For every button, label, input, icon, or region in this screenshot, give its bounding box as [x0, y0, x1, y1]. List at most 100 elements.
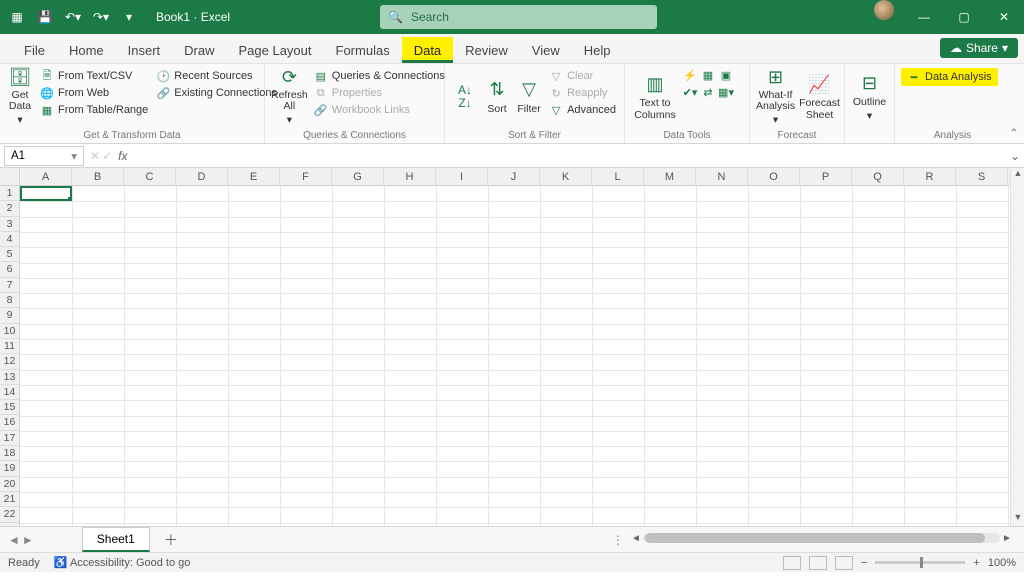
row-header[interactable]: 4 — [0, 232, 19, 247]
queries-connections-button[interactable]: ▤Queries & Connections — [312, 68, 447, 84]
column-header[interactable]: C — [124, 168, 176, 185]
enter-formula-icon[interactable]: ✓ — [102, 149, 112, 163]
column-header[interactable]: E — [228, 168, 280, 185]
sheet-prev-icon[interactable]: ◄ — [8, 533, 20, 547]
scroll-down-icon[interactable]: ▼ — [1011, 512, 1024, 526]
tab-help[interactable]: Help — [572, 37, 623, 63]
row-headers[interactable]: 12345678910111213141516171819202122 — [0, 186, 20, 526]
tab-data[interactable]: Data — [402, 37, 453, 63]
sort-az-button[interactable]: A↓Z↓ — [451, 68, 479, 126]
row-header[interactable]: 9 — [0, 308, 19, 323]
select-all-corner[interactable] — [0, 168, 20, 186]
column-headers[interactable]: ABCDEFGHIJKLMNOPQRS — [20, 168, 1010, 186]
tab-view[interactable]: View — [520, 37, 572, 63]
outline-button[interactable]: ⊟Outline ▾ — [851, 68, 888, 126]
tab-formulas[interactable]: Formulas — [324, 37, 402, 63]
forecast-sheet-button[interactable]: 📈Forecast Sheet — [799, 68, 840, 126]
expand-formula-bar-icon[interactable]: ⌄ — [1006, 149, 1024, 163]
cancel-formula-icon[interactable]: ✕ — [90, 149, 100, 163]
column-header[interactable]: A — [20, 168, 72, 185]
recent-sources-button[interactable]: 🕑Recent Sources — [154, 68, 279, 84]
advanced-button[interactable]: ▽Advanced — [547, 102, 618, 118]
redo-icon[interactable]: ↷▾ — [90, 6, 112, 28]
share-button[interactable]: ☁ Share ▾ — [940, 38, 1018, 58]
row-header[interactable]: 2 — [0, 201, 19, 216]
row-header[interactable]: 11 — [0, 339, 19, 354]
zoom-level[interactable]: 100% — [988, 557, 1016, 569]
row-header[interactable]: 6 — [0, 262, 19, 277]
scroll-up-icon[interactable]: ▲ — [1011, 168, 1024, 182]
row-header[interactable]: 18 — [0, 446, 19, 461]
row-header[interactable]: 12 — [0, 354, 19, 369]
refresh-all-button[interactable]: ⟳ Refresh All ▾ — [271, 68, 308, 126]
from-text-csv-button[interactable]: 🗎From Text/CSV — [38, 68, 150, 84]
column-header[interactable]: D — [176, 168, 228, 185]
relationships-icon[interactable]: ⇄ — [701, 85, 715, 99]
data-validation-icon[interactable]: ✔▾ — [683, 85, 697, 99]
consolidate-icon[interactable]: ▣ — [719, 68, 733, 82]
existing-connections-button[interactable]: 🔗Existing Connections — [154, 85, 279, 101]
close-button[interactable]: ✕ — [984, 0, 1024, 34]
row-header[interactable]: 8 — [0, 293, 19, 308]
qat-customize-icon[interactable]: ▾ — [118, 6, 140, 28]
accessibility-status[interactable]: ♿ Accessibility: Good to go — [54, 556, 191, 569]
save-icon[interactable]: 💾 — [34, 6, 56, 28]
zoom-in-button[interactable]: + — [973, 557, 979, 569]
user-avatar[interactable] — [874, 0, 894, 20]
column-header[interactable]: F — [280, 168, 332, 185]
column-header[interactable]: M — [644, 168, 696, 185]
tab-page-layout[interactable]: Page Layout — [227, 37, 324, 63]
text-to-columns-button[interactable]: ▥Text to Columns — [631, 68, 679, 126]
column-header[interactable]: G — [332, 168, 384, 185]
collapse-ribbon-icon[interactable]: ⌃ — [1010, 128, 1018, 139]
horizontal-scrollbar[interactable]: ◄ ► — [629, 531, 1014, 545]
row-header[interactable]: 14 — [0, 385, 19, 400]
add-sheet-button[interactable]: ＋ — [164, 530, 178, 550]
sheet-tab[interactable]: Sheet1 — [82, 527, 150, 552]
row-header[interactable]: 10 — [0, 324, 19, 339]
search-box[interactable]: 🔍 Search — [380, 5, 657, 29]
scroll-left-icon[interactable]: ◄ — [629, 533, 643, 544]
maximize-button[interactable]: ▢ — [944, 0, 984, 34]
column-header[interactable]: S — [956, 168, 1008, 185]
scroll-right-icon[interactable]: ► — [1000, 533, 1014, 544]
data-model-icon[interactable]: ▦▾ — [719, 85, 733, 99]
zoom-out-button[interactable]: − — [861, 557, 867, 569]
column-header[interactable]: R — [904, 168, 956, 185]
row-header[interactable]: 15 — [0, 400, 19, 415]
undo-icon[interactable]: ↶▾ — [62, 6, 84, 28]
flash-fill-icon[interactable]: ⚡ — [683, 68, 697, 82]
row-header[interactable]: 21 — [0, 492, 19, 507]
row-header[interactable]: 19 — [0, 461, 19, 476]
get-data-button[interactable]: 🗄 Get Data ▾ — [6, 68, 34, 126]
tab-review[interactable]: Review — [453, 37, 520, 63]
column-header[interactable]: B — [72, 168, 124, 185]
row-header[interactable]: 22 — [0, 507, 19, 522]
normal-view-button[interactable] — [783, 556, 801, 570]
tab-home[interactable]: Home — [57, 37, 116, 63]
column-header[interactable]: Q — [852, 168, 904, 185]
active-cell[interactable] — [20, 186, 72, 201]
scroll-thumb[interactable] — [645, 533, 985, 543]
name-box[interactable]: A1▾ — [4, 146, 84, 166]
column-header[interactable]: H — [384, 168, 436, 185]
column-header[interactable]: O — [748, 168, 800, 185]
sheet-next-icon[interactable]: ► — [22, 533, 34, 547]
row-header[interactable]: 17 — [0, 431, 19, 446]
column-header[interactable]: J — [488, 168, 540, 185]
sheet-options-icon[interactable]: ⋮ — [612, 533, 624, 547]
tab-insert[interactable]: Insert — [116, 37, 173, 63]
what-if-button[interactable]: ⊞What-If Analysis ▾ — [756, 68, 795, 126]
filter-button[interactable]: ▽Filter — [515, 68, 543, 126]
row-header[interactable]: 16 — [0, 415, 19, 430]
row-header[interactable]: 3 — [0, 217, 19, 232]
column-header[interactable]: L — [592, 168, 644, 185]
row-header[interactable]: 7 — [0, 278, 19, 293]
fx-icon[interactable]: fx — [118, 149, 127, 163]
row-header[interactable]: 13 — [0, 370, 19, 385]
column-header[interactable]: I — [436, 168, 488, 185]
tab-draw[interactable]: Draw — [172, 37, 226, 63]
formula-input[interactable] — [133, 146, 1006, 166]
page-layout-view-button[interactable] — [809, 556, 827, 570]
tab-file[interactable]: File — [12, 37, 57, 63]
